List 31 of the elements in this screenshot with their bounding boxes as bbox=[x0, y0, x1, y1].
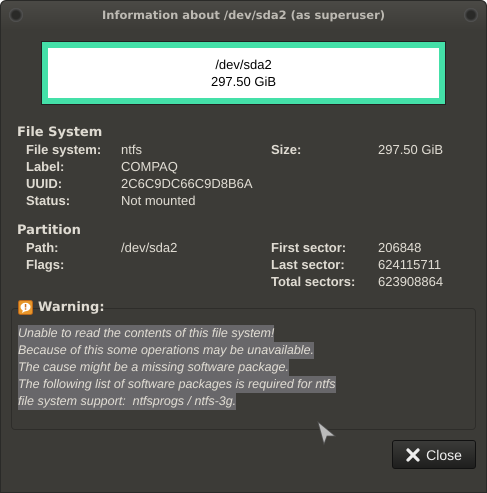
field-value: 624115711 bbox=[378, 257, 442, 272]
window-button[interactable] bbox=[464, 8, 478, 22]
field-value: ntfs bbox=[121, 142, 142, 157]
field-label: First sector: bbox=[271, 240, 346, 255]
field-label: Total sectors: bbox=[271, 274, 356, 289]
field-value: 2C6C9DC66C9D8B6A bbox=[121, 176, 253, 191]
field-value: Not mounted bbox=[121, 193, 196, 208]
field-value: /dev/sda2 bbox=[121, 240, 178, 255]
field-label: Label: bbox=[26, 159, 64, 174]
field-label: Last sector: bbox=[271, 257, 345, 272]
partition-size: 297.50 GiB bbox=[210, 73, 276, 90]
field-value: 623908864 bbox=[378, 274, 444, 289]
close-icon bbox=[406, 448, 420, 462]
field-label: Size: bbox=[271, 142, 302, 157]
field-label: Status: bbox=[26, 193, 70, 208]
mouse-pointer-icon bbox=[316, 420, 338, 446]
window-button[interactable] bbox=[9, 8, 23, 22]
field-label: Path: bbox=[26, 240, 58, 255]
field-value: COMPAQ bbox=[121, 159, 178, 174]
window-title: Information about /dev/sda2 (as superuser) bbox=[102, 8, 386, 22]
section-heading: Partition bbox=[17, 223, 82, 239]
field-label: File system: bbox=[26, 142, 102, 157]
field-value: 206848 bbox=[378, 240, 422, 255]
field-label: Flags: bbox=[26, 257, 64, 272]
field-value: 297.50 GiB bbox=[378, 142, 444, 157]
warning-icon bbox=[18, 300, 33, 315]
section-heading: File System bbox=[17, 125, 104, 141]
close-button[interactable]: Close bbox=[392, 440, 476, 469]
warning-title: Warning: bbox=[38, 300, 105, 315]
partition-name: /dev/sda2 bbox=[215, 56, 272, 73]
field-label: UUID: bbox=[26, 176, 62, 191]
